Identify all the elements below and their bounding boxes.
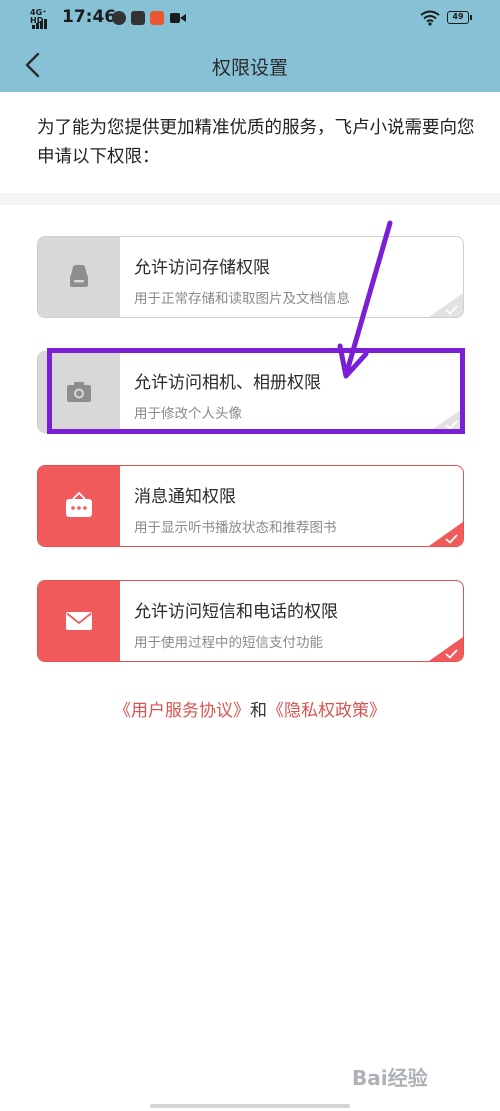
status-bar: 4G⁺ HD 17:46 49 [0,0,500,38]
home-indicator[interactable] [150,1104,350,1108]
baidu-watermark-logo: Bai经验 [352,1062,472,1094]
check-corner-icon [429,522,463,546]
app-icon [150,11,164,25]
permission-title: 消息通知权限 [134,487,236,507]
video-icon [170,11,186,25]
search-app-icon [131,11,145,25]
arrow-annotation-icon [337,220,393,379]
check-corner-icon [429,293,463,317]
title-bar: 权限设置 [0,38,500,92]
icon-box [38,466,120,546]
circle-icon [112,11,126,25]
permission-desc: 用于显示听书播放状态和推荐图书 [134,520,337,536]
wifi-icon [420,10,440,26]
notification-icon [66,491,92,517]
icon-box [38,581,120,661]
watermark-text: Bai经验 [352,1066,428,1090]
agreement-links: 《用户服务协议》和《隐私权政策》 [0,696,500,721]
status-time: 17:46 [62,7,117,27]
highlight-box [47,348,465,434]
battery-icon: 49 [447,11,472,24]
mail-icon [66,612,92,630]
signal-icon: 4G⁺ HD [30,9,54,29]
icon-box [38,237,120,317]
page-title: 权限设置 [211,57,288,79]
privacy-policy-link[interactable]: 《隐私权政策》 [267,701,386,721]
and-text: 和 [250,701,267,721]
permission-desc: 用于正常存储和读取图片及文档信息 [134,291,350,307]
storage-icon [70,265,88,287]
check-corner-icon [429,637,463,661]
permission-card-notification[interactable]: 消息通知权限 用于显示听书播放状态和推荐图书 [37,465,464,547]
section-divider [0,193,500,205]
permission-desc: 用于使用过程中的短信支付功能 [134,635,323,651]
permission-card-sms-phone[interactable]: 允许访问短信和电话的权限 用于使用过程中的短信支付功能 [37,580,464,662]
permission-title: 允许访问短信和电话的权限 [134,602,338,622]
permission-title: 允许访问存储权限 [134,258,270,278]
permission-settings-screen: 4G⁺ HD 17:46 49 权限设置 为了能为您提供更加精准优质的服务，飞卢… [0,0,500,1111]
intro-text: 为了能为您提供更加精准优质的服务，飞卢小说需要向您申请以下权限： [37,118,475,167]
user-agreement-link[interactable]: 《用户服务协议》 [114,701,250,721]
